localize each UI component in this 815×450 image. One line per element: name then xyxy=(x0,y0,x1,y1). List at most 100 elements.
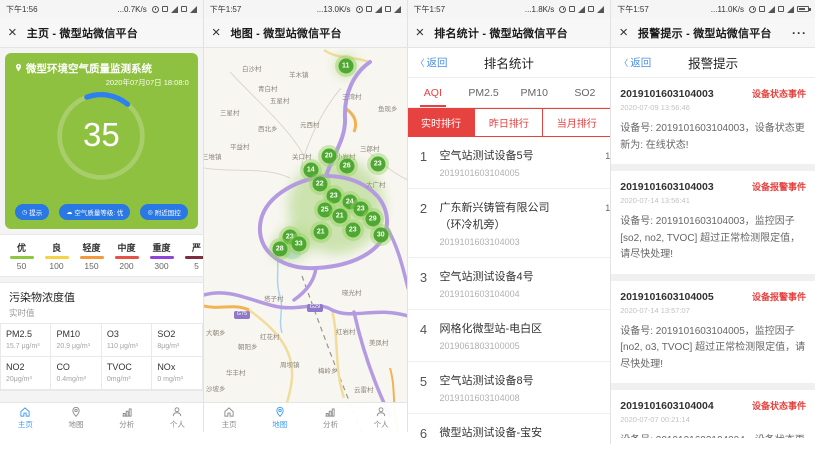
station-marker[interactable]: 22 xyxy=(312,177,327,192)
rank-filter-button[interactable]: 实时排行 xyxy=(408,109,475,136)
rank-row[interactable]: 2 广东新兴铸管有限公司（环冷机旁） 2019101603104003 1 xyxy=(408,189,611,258)
station-name: 空气站测试设备4号 xyxy=(440,269,554,286)
alarm-card[interactable]: 2019101603104005 设备报警事件 2020-07-14 13:57… xyxy=(611,281,815,384)
close-icon[interactable]: × xyxy=(8,25,17,40)
event-type-badge: 设备状态事件 xyxy=(752,399,806,412)
page-title: 报警提示 xyxy=(688,53,738,72)
aqi-scale-item: 中度 200 xyxy=(109,241,144,271)
tab-home[interactable]: 主页 xyxy=(204,403,255,432)
event-time: 2020-07-09 13:56:46 xyxy=(620,103,806,112)
sim-icon xyxy=(588,6,594,12)
aqi-gauge: 35 xyxy=(54,89,148,183)
tab-analysis[interactable]: 分析 xyxy=(101,403,152,432)
map-place-label: 美凤村 xyxy=(369,337,389,347)
hint-button[interactable]: ◷提示 xyxy=(15,204,49,220)
close-icon[interactable]: × xyxy=(416,25,425,40)
map-place-label: 周坝镇 xyxy=(280,359,300,369)
rank-value-clipped: 1 xyxy=(605,151,610,161)
close-icon[interactable]: × xyxy=(619,25,628,40)
rank-row[interactable]: 4 网格化微型站-电白区 2019061803100005 xyxy=(408,310,611,362)
station-marker[interactable]: 29 xyxy=(365,212,380,227)
station-marker[interactable]: 21 xyxy=(313,225,328,240)
screen-ranking: 下午1:57 ...1.8K/s × 排名统计 - 微型站微信平台 〈 返回 排… xyxy=(408,0,612,444)
back-arrow-icon: 〈 xyxy=(619,56,628,69)
net-speed: ...11.0K/s xyxy=(711,5,744,14)
station-id: 2019061803100005 xyxy=(440,341,554,351)
tab-analysis[interactable]: 分析 xyxy=(305,403,356,432)
station-marker[interactable]: 25 xyxy=(317,203,332,218)
tab-map[interactable]: 地图 xyxy=(51,403,102,432)
map-place-label: 西北乡 xyxy=(258,123,278,133)
alarm-clock-icon xyxy=(152,6,159,13)
sim-icon xyxy=(162,6,168,12)
signal-icon xyxy=(578,6,585,13)
alarm-card[interactable]: 2019101603104004 设备状态事件 2020-07-07 00:21… xyxy=(611,390,815,438)
station-marker[interactable]: 30 xyxy=(373,228,388,243)
person-icon xyxy=(171,406,183,418)
event-description: 设备号: 2019101603104003，监控因子 [so2, no2, TV… xyxy=(620,214,806,264)
metric-tab[interactable]: AQI xyxy=(408,78,459,107)
back-button[interactable]: 〈 返回 xyxy=(619,55,651,70)
page-header: 〈 返回 排名统计 xyxy=(408,48,611,78)
rank-filter-button[interactable]: 当月排行 xyxy=(542,109,610,136)
window-title: 主页 - 微型站微信平台 xyxy=(27,25,138,41)
alarm-list: 2019101603104003 设备状态事件 2020-07-09 13:56… xyxy=(611,78,815,438)
station-marker[interactable]: 23 xyxy=(370,157,385,172)
station-marker[interactable]: 33 xyxy=(291,237,306,252)
scale-color-bar xyxy=(115,256,139,259)
tab-profile[interactable]: 个人 xyxy=(152,403,203,432)
station-name: 空气站测试设备8号 xyxy=(440,373,554,390)
event-type-badge: 设备报警事件 xyxy=(752,290,806,303)
metric-tab[interactable]: PM10 xyxy=(509,78,560,107)
air-quality-level-button[interactable]: ☁空气质量等级: 优 xyxy=(59,204,130,220)
scale-color-bar xyxy=(80,256,104,259)
alarm-clock-icon xyxy=(749,6,756,13)
close-icon[interactable]: × xyxy=(212,25,221,40)
more-menu-icon[interactable]: ··· xyxy=(792,26,807,40)
station-marker[interactable]: 20 xyxy=(321,149,336,164)
pollutant-cell: O3 110 μg/m³ xyxy=(102,324,152,357)
device-id: 2019101603104003 xyxy=(620,88,713,100)
rank-row[interactable]: 6 微型站测试设备-宝安 2019062500104002 xyxy=(408,414,611,444)
back-button[interactable]: 〈 返回 xyxy=(416,55,448,70)
rank-row[interactable]: 5 空气站测试设备8号 2019101603104008 xyxy=(408,362,611,414)
rank-filter-group: 实时排行 昨日排行 当月排行 xyxy=(408,108,611,137)
metric-tab[interactable]: PM2.5 xyxy=(458,78,509,107)
net-speed: ...0.7K/s xyxy=(117,5,146,14)
station-marker[interactable]: 21 xyxy=(332,209,347,224)
tab-home[interactable]: 主页 xyxy=(0,403,51,432)
station-marker[interactable]: 23 xyxy=(326,189,341,204)
card-datetime: 2020年07月07日 18:08:0 xyxy=(14,77,189,88)
rank-filter-button[interactable]: 昨日排行 xyxy=(474,109,542,136)
map-pin-icon xyxy=(70,406,82,418)
alarm-card[interactable]: 2019101603104003 设备报警事件 2020-07-14 13:56… xyxy=(611,171,815,274)
station-marker[interactable]: 11 xyxy=(338,59,353,74)
event-type-badge: 设备状态事件 xyxy=(752,87,806,100)
map-canvas[interactable]: 白沙村 羊木镇 青白村 五星村 三湾村 鱼现乡 三星村 元西村 西北乡 平益村 … xyxy=(204,48,407,432)
rank-row[interactable]: 3 空气站测试设备4号 2019101603104004 xyxy=(408,258,611,310)
signal-icon xyxy=(597,6,604,13)
map-place-label: 青白村 xyxy=(258,83,278,93)
rank-row[interactable]: 1 空气站测试设备5号 2019101603104005 1 xyxy=(408,137,611,189)
scale-color-bar xyxy=(10,256,34,259)
tab-profile[interactable]: 个人 xyxy=(356,403,407,432)
station-marker[interactable]: 28 xyxy=(272,242,287,257)
station-marker[interactable]: 23 xyxy=(345,223,360,238)
signal-icon xyxy=(171,6,178,13)
home-icon xyxy=(223,406,235,418)
metric-tab[interactable]: SO2 xyxy=(560,78,611,107)
alarm-card[interactable]: 2019101603104003 设备状态事件 2020-07-09 13:56… xyxy=(611,78,815,164)
map-place-label: 羊木镇 xyxy=(289,69,309,79)
station-marker[interactable]: 14 xyxy=(303,163,318,178)
aqi-scale: 优 50 良 100 轻度 150 xyxy=(0,234,203,277)
map-place-label: 大朝乡 xyxy=(206,327,226,337)
sim-icon xyxy=(181,6,187,12)
event-time: 2020-07-07 00:21:14 xyxy=(620,415,806,424)
page-header: 〈 返回 报警提示 xyxy=(611,48,815,78)
station-marker[interactable]: 26 xyxy=(339,159,354,174)
station-id: 2019101603104003 xyxy=(440,237,554,247)
map-place-label: 朝阳乡 xyxy=(238,341,258,351)
tab-map[interactable]: 地图 xyxy=(254,403,305,432)
pollutant-cell: TVOC 0mg/m³ xyxy=(102,357,152,390)
nearby-station-button[interactable]: ◎附近国控 xyxy=(140,204,187,220)
